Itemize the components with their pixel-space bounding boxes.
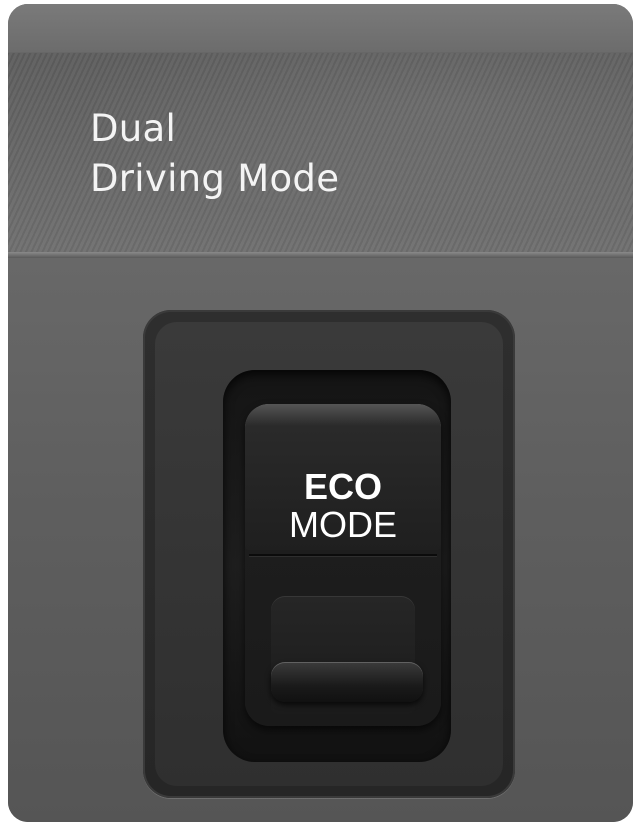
switch-divider [249,554,437,556]
switch-bezel: ECO MODE [143,310,515,798]
eco-mode-switch[interactable]: ECO MODE [245,404,441,726]
eco-mode-switch-face: ECO MODE [245,404,441,550]
top-trim-strip [8,4,633,53]
feature-title-line-1: Dual [90,107,177,150]
mode-label: MODE [289,504,397,545]
feature-title-line-2: Driving Mode [90,157,340,200]
switch-bezel-inner: ECO MODE [155,322,503,786]
switch-well: ECO MODE [223,370,451,762]
feature-title: Dual Driving Mode [90,104,339,204]
feature-card: Dual Driving Mode ECO MODE [8,4,633,822]
eco-label: ECO [303,466,382,507]
switch-grip-bar [271,662,423,702]
